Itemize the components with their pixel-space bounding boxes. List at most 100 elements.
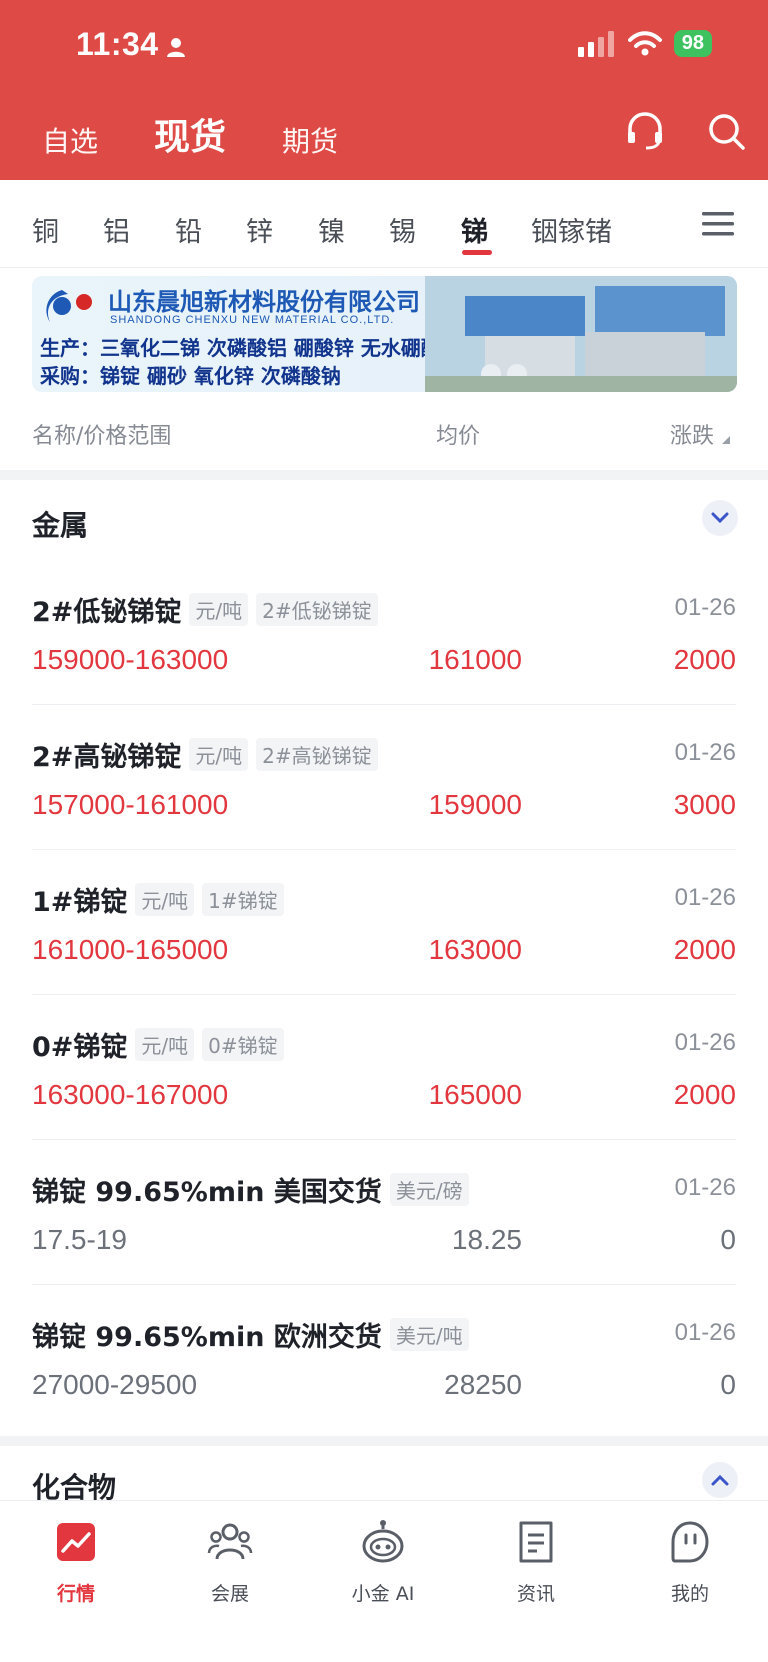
list-item[interactable]: 0#锑锭 元/吨 0#锑锭 01-26 163000-167000 165000… bbox=[32, 995, 736, 1140]
list-item[interactable]: 1#锑锭 元/吨 1#锑锭 01-26 161000-165000 163000… bbox=[32, 850, 736, 995]
expand-toggle[interactable] bbox=[702, 1462, 738, 1498]
list-item[interactable]: 2#高铋锑锭 元/吨 2#高铋锑锭 01-26 157000-161000 15… bbox=[32, 705, 736, 850]
banner-company: 山东晨旭新材料股份有限公司 bbox=[108, 288, 420, 316]
list-item[interactable]: 锑锭 99.65%min 欧洲交货 美元/吨 01-26 27000-29500… bbox=[32, 1285, 736, 1430]
banner-company-en: SHANDONG CHENXU NEW MATERIAL CO.,LTD. bbox=[110, 314, 395, 326]
column-name: 名称/价格范围 bbox=[32, 424, 172, 449]
bottom-tab-bar: 行情 会展 小金 AI 资讯 我的 bbox=[0, 1500, 768, 1662]
item-avg: 159000 bbox=[428, 789, 522, 820]
item-range: 27000-29500 bbox=[32, 1369, 198, 1400]
list-column-header: 名称/价格范围 均价 涨跌 bbox=[0, 400, 768, 466]
top-nav: 自选 现货 期货 bbox=[42, 108, 338, 160]
item-unit: 元/吨 bbox=[189, 593, 249, 626]
item-unit: 元/吨 bbox=[135, 1028, 195, 1061]
tab-spot[interactable]: 现货 bbox=[154, 108, 226, 160]
tab-market[interactable]: 行情 bbox=[26, 1519, 126, 1606]
item-name: 锑锭 99.65%min 欧洲交货 bbox=[32, 1322, 382, 1353]
tab-label: 资讯 bbox=[516, 1583, 555, 1605]
item-range: 163000-167000 bbox=[32, 1079, 229, 1110]
category-tin[interactable]: 锡 bbox=[389, 210, 416, 249]
category-antimony[interactable]: 锑 bbox=[461, 210, 488, 249]
item-tag: 1#锑锭 bbox=[202, 883, 284, 916]
headset-icon[interactable] bbox=[624, 110, 666, 152]
item-change: 0 bbox=[720, 1369, 736, 1400]
item-change: 2000 bbox=[673, 934, 736, 965]
metal-category-tabs: 铜 铝 铅 锌 镍 锡 锑 铟镓锗 bbox=[0, 180, 768, 268]
item-range: 161000-165000 bbox=[32, 934, 229, 965]
tab-label: 我的 bbox=[670, 1583, 709, 1605]
item-name: 0#锑锭 bbox=[32, 1032, 128, 1063]
tab-label: 会展 bbox=[210, 1583, 249, 1605]
category-indium-gallium-germanium[interactable]: 铟镓锗 bbox=[531, 210, 612, 249]
item-date: 01-26 bbox=[674, 884, 736, 911]
chevron-up-icon bbox=[711, 1474, 729, 1486]
category-zinc[interactable]: 锌 bbox=[246, 210, 273, 249]
item-avg: 163000 bbox=[428, 934, 522, 965]
item-change: 2000 bbox=[673, 644, 736, 675]
robot-icon bbox=[362, 1520, 404, 1563]
tab-label: 行情 bbox=[56, 1583, 95, 1605]
tab-me[interactable]: 我的 bbox=[640, 1519, 740, 1606]
item-avg: 18.25 bbox=[451, 1224, 522, 1255]
item-tag: 0#锑锭 bbox=[202, 1028, 284, 1061]
item-date: 01-26 bbox=[674, 594, 736, 621]
item-range: 157000-161000 bbox=[32, 789, 229, 820]
item-name: 2#高铋锑锭 bbox=[32, 742, 182, 773]
status-time: 11:34 bbox=[76, 26, 159, 62]
market-icon bbox=[57, 1523, 95, 1561]
item-unit: 元/吨 bbox=[189, 738, 249, 771]
status-indicators: 98 bbox=[577, 30, 712, 57]
news-icon bbox=[519, 1521, 553, 1563]
item-change: 2000 bbox=[673, 1079, 736, 1110]
company-logo bbox=[46, 290, 92, 322]
factory-image bbox=[425, 276, 737, 392]
column-change[interactable]: 涨跌 bbox=[670, 418, 714, 450]
tab-watchlist[interactable]: 自选 bbox=[42, 120, 98, 160]
category-lead[interactable]: 铅 bbox=[175, 210, 202, 249]
sort-icon[interactable] bbox=[722, 436, 730, 444]
item-change: 0 bbox=[720, 1224, 736, 1255]
person-icon bbox=[167, 38, 185, 57]
category-aluminum[interactable]: 铝 bbox=[103, 210, 130, 249]
battery-indicator: 98 bbox=[673, 30, 712, 57]
tab-news[interactable]: 资讯 bbox=[486, 1519, 586, 1606]
item-date: 01-26 bbox=[674, 1029, 736, 1056]
item-name: 2#低铋锑锭 bbox=[32, 597, 182, 628]
price-list: 2#低铋锑锭 元/吨 2#低铋锑锭 01-26 159000-163000 16… bbox=[0, 560, 768, 1430]
tab-ai[interactable]: 小金 AI bbox=[333, 1519, 433, 1606]
search-icon[interactable] bbox=[706, 111, 746, 151]
item-name: 锑锭 99.65%min 美国交货 bbox=[32, 1177, 382, 1208]
item-avg: 28250 bbox=[444, 1369, 522, 1400]
item-change: 3000 bbox=[673, 789, 736, 820]
item-date: 01-26 bbox=[674, 1174, 736, 1201]
divider bbox=[0, 1436, 768, 1446]
item-range: 17.5-19 bbox=[32, 1224, 127, 1255]
chevron-down-icon bbox=[711, 512, 729, 524]
menu-icon[interactable] bbox=[702, 210, 734, 238]
ad-banner[interactable]: 山东晨旭新材料股份有限公司 SHANDONG CHENXU NEW MATERI… bbox=[32, 276, 737, 392]
divider bbox=[0, 470, 768, 480]
item-avg: 165000 bbox=[428, 1079, 522, 1110]
list-item[interactable]: 2#低铋锑锭 元/吨 2#低铋锑锭 01-26 159000-163000 16… bbox=[32, 560, 736, 705]
category-nickel[interactable]: 镍 bbox=[318, 210, 345, 249]
list-item[interactable]: 锑锭 99.65%min 美国交货 美元/磅 01-26 17.5-19 18.… bbox=[32, 1140, 736, 1285]
item-avg: 161000 bbox=[428, 644, 522, 675]
item-date: 01-26 bbox=[674, 739, 736, 766]
item-unit: 美元/磅 bbox=[389, 1173, 469, 1206]
wifi-icon bbox=[627, 30, 662, 55]
signal-icon bbox=[577, 30, 614, 57]
item-date: 01-26 bbox=[674, 1319, 736, 1346]
app-header: 11:34 98 自选 现货 期货 bbox=[0, 0, 768, 180]
item-name: 1#锑锭 bbox=[32, 887, 128, 918]
tab-futures[interactable]: 期货 bbox=[282, 120, 338, 160]
section-title: 金属 bbox=[32, 509, 89, 542]
category-copper[interactable]: 铜 bbox=[32, 210, 59, 249]
item-range: 159000-163000 bbox=[32, 644, 229, 675]
banner-products: 生产：三氧化二锑 次磷酸铝 硼酸锌 无水硼酸锌 bbox=[40, 336, 461, 360]
tab-exhibition[interactable]: 会展 bbox=[180, 1519, 280, 1606]
profile-icon bbox=[671, 1521, 709, 1563]
item-unit: 美元/吨 bbox=[389, 1318, 469, 1351]
collapse-toggle[interactable] bbox=[702, 500, 738, 536]
people-icon bbox=[207, 1523, 253, 1560]
item-tag: 2#低铋锑锭 bbox=[256, 593, 378, 626]
